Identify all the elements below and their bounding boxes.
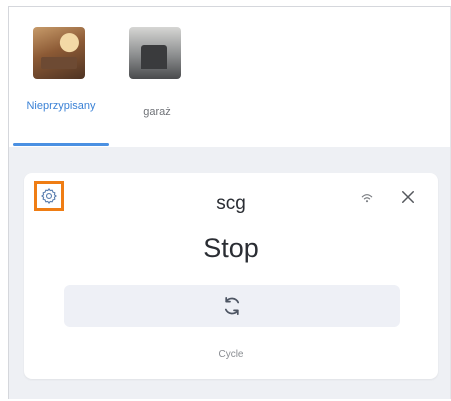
tab-label: Nieprzypisany — [26, 100, 96, 112]
tab-label: garaż — [143, 106, 171, 118]
device-card: scg Stop Cycle — [24, 173, 438, 379]
device-area: scg Stop Cycle — [9, 147, 450, 399]
cycle-button[interactable] — [64, 285, 400, 327]
room-thumbnail — [33, 27, 85, 79]
close-icon[interactable] — [399, 188, 417, 206]
refresh-icon — [224, 296, 240, 316]
device-name: scg — [216, 193, 246, 214]
tab-garaz[interactable]: garaż — [109, 7, 205, 147]
room-tabs: Nieprzypisany garaż — [9, 7, 450, 147]
garage-thumbnail — [129, 27, 181, 79]
active-tab-indicator — [13, 143, 109, 146]
device-state: Stop — [203, 233, 259, 263]
app-window: Nieprzypisany garaż scg Stop Cycle — [8, 6, 451, 399]
wifi-icon — [361, 194, 373, 203]
tab-nieprzypisany[interactable]: Nieprzypisany — [13, 7, 109, 147]
cycle-label: Cycle — [218, 349, 244, 360]
